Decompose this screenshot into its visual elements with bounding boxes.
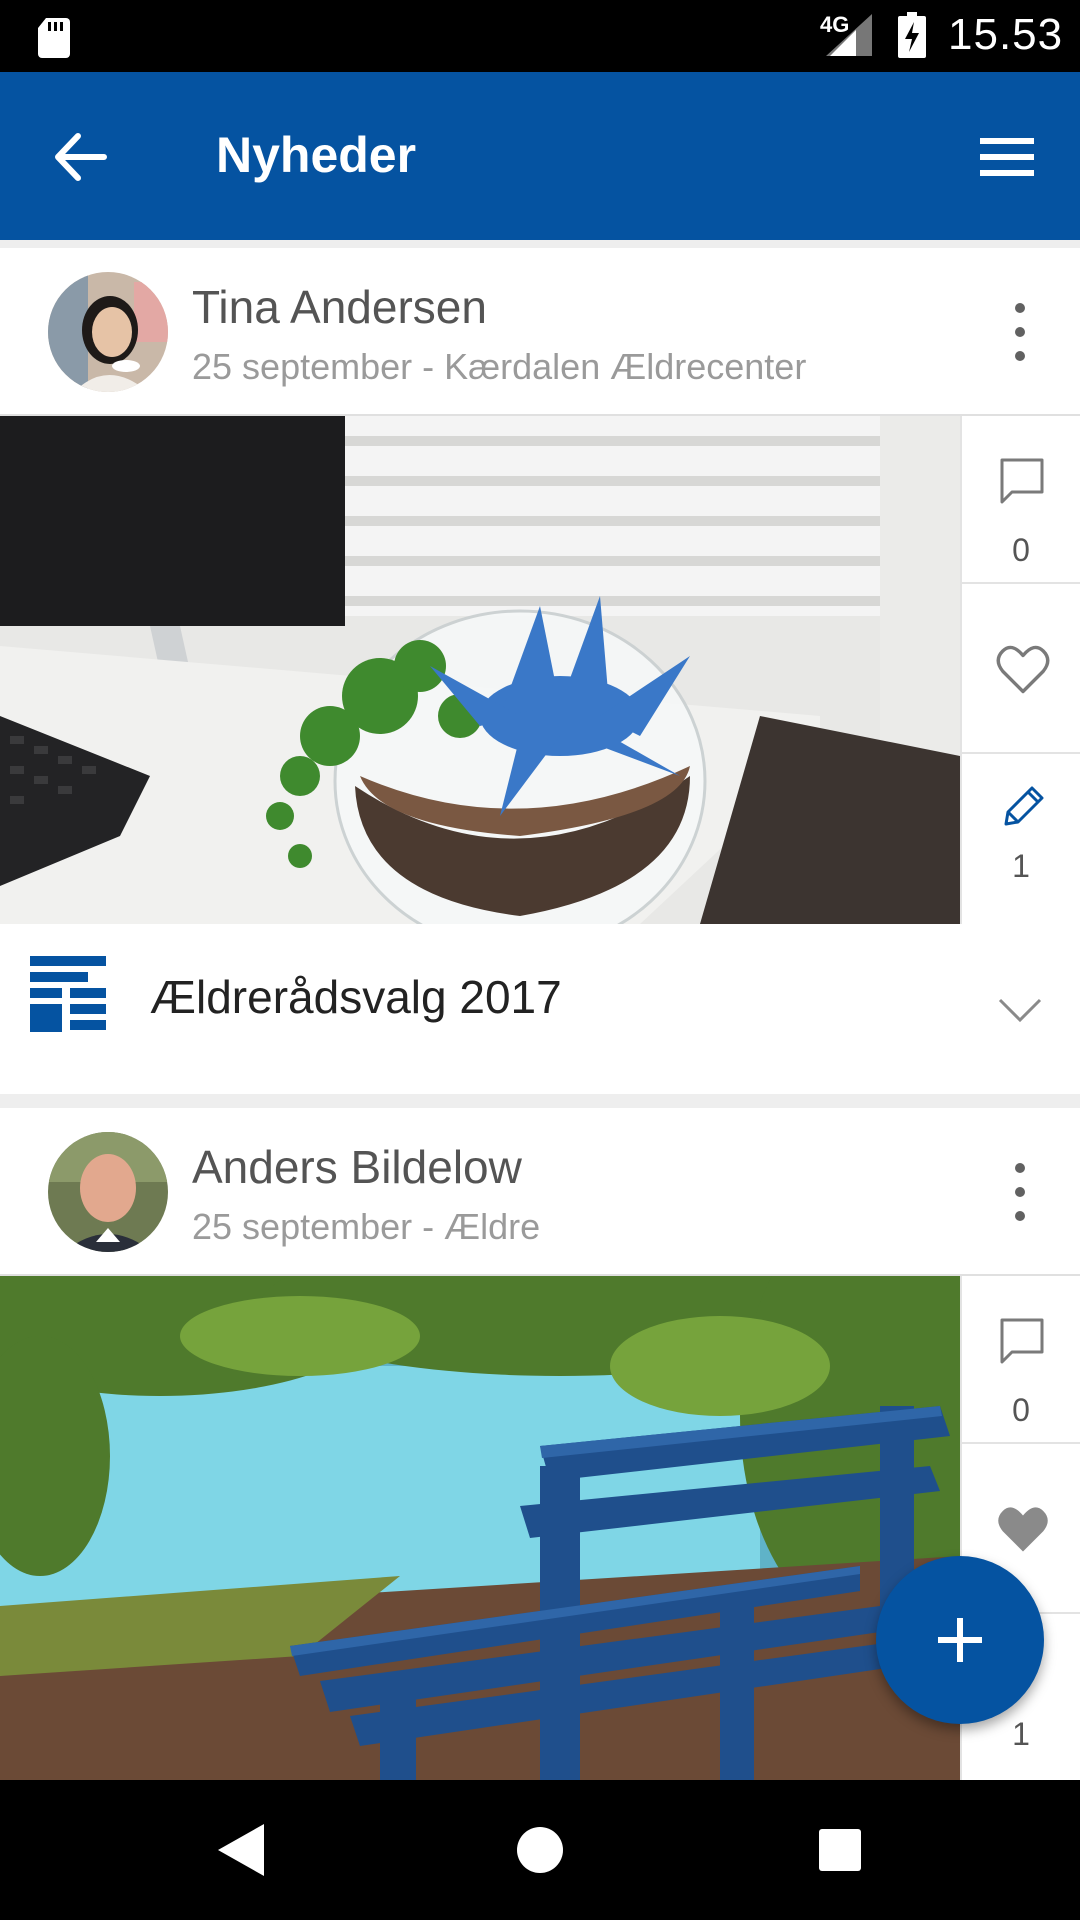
nav-back-icon[interactable] xyxy=(216,1822,266,1878)
comments-button[interactable]: 0 xyxy=(962,416,1080,584)
clock: 15.53 xyxy=(948,10,1064,59)
sd-card-icon xyxy=(38,18,70,58)
post-header: Anders Bildelow 25 september - Ældre xyxy=(0,1108,1080,1276)
post-section-row[interactable]: Ældrerådsvalg 2017 xyxy=(0,924,1080,1094)
battery-charging-icon xyxy=(898,12,926,58)
avatar[interactable] xyxy=(48,1132,168,1252)
heart-outline-icon xyxy=(996,645,1050,694)
more-vert-icon[interactable] xyxy=(1004,300,1036,364)
hamburger-menu-icon[interactable] xyxy=(978,134,1036,180)
article-icon xyxy=(30,956,106,1032)
pencil-icon xyxy=(1004,786,1044,826)
post-image[interactable] xyxy=(0,1276,960,1780)
page-title: Nyheder xyxy=(216,127,417,183)
app-bar: Nyheder xyxy=(0,72,1080,240)
post-header: Tina Andersen 25 september - Kærdalen Æl… xyxy=(0,248,1080,416)
comments-button[interactable]: 0 xyxy=(962,1276,1080,1444)
like-button[interactable] xyxy=(962,586,1080,754)
system-navigation-bar xyxy=(0,1780,1080,1920)
avatar[interactable] xyxy=(48,272,168,392)
comment-count: 0 xyxy=(1012,532,1030,568)
news-post-card: Tina Andersen 25 september - Kærdalen Æl… xyxy=(0,248,1080,1094)
post-author[interactable]: Tina Andersen xyxy=(192,280,487,334)
more-vert-icon[interactable] xyxy=(1004,1160,1036,1224)
nav-recents-icon[interactable] xyxy=(818,1828,862,1872)
comment-icon xyxy=(1000,458,1044,504)
plus-icon xyxy=(938,1618,982,1662)
app-screen: 4G 15.53 Nyheder Tina Andersen 25 septem… xyxy=(0,0,1080,1920)
arrow-back-icon[interactable] xyxy=(48,126,110,188)
post-image[interactable] xyxy=(0,416,960,924)
section-title: Ældrerådsvalg 2017 xyxy=(150,971,562,1023)
chevron-down-icon[interactable] xyxy=(998,996,1042,1024)
post-meta: 25 september - Ældre xyxy=(192,1206,541,1247)
post-actions: 0 1 xyxy=(960,416,1080,924)
edit-count: 1 xyxy=(1012,848,1030,884)
comment-icon xyxy=(1000,1318,1044,1364)
post-meta: 25 september - Kærdalen Ældrecenter xyxy=(192,346,807,387)
add-post-button[interactable] xyxy=(876,1556,1044,1724)
nav-home-icon[interactable] xyxy=(516,1826,564,1874)
heart-filled-icon xyxy=(998,1507,1048,1552)
status-bar: 4G 15.53 xyxy=(0,0,1080,72)
signal-icon xyxy=(826,14,872,56)
comment-count: 0 xyxy=(1012,1392,1030,1428)
post-author[interactable]: Anders Bildelow xyxy=(192,1140,522,1194)
edit-button[interactable]: 1 xyxy=(962,756,1080,924)
